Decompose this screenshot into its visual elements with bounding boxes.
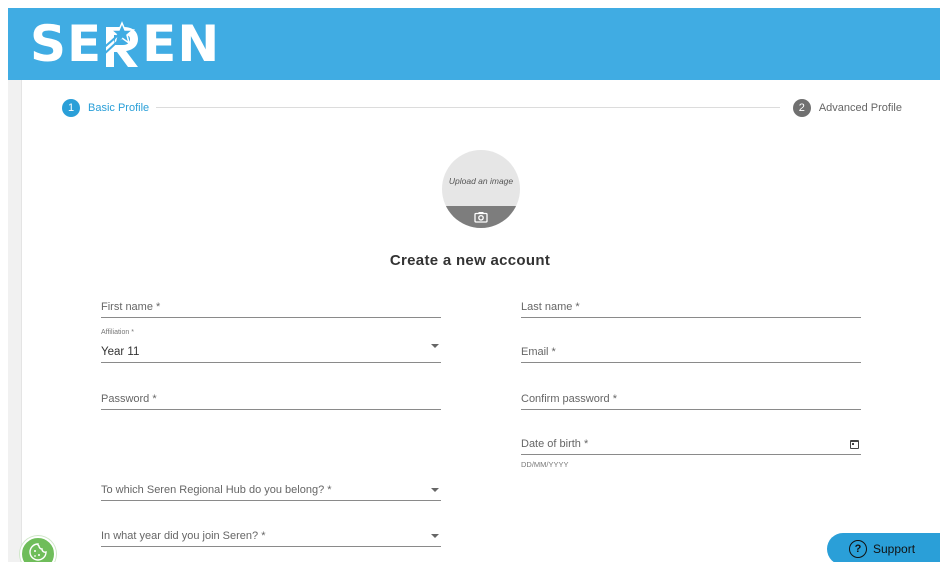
top-strip	[0, 0, 940, 8]
left-rail	[8, 80, 22, 562]
password-field[interactable]: Password *	[101, 388, 441, 410]
join-year-label: In what year did you join Seren? *	[101, 530, 266, 542]
camera-icon	[474, 210, 488, 228]
regional-hub-select[interactable]: To which Seren Regional Hub do you belon…	[101, 479, 441, 501]
calendar-icon[interactable]	[850, 440, 859, 449]
regional-hub-label: To which Seren Regional Hub do you belon…	[101, 484, 332, 496]
logo-text-right: EN	[142, 15, 221, 73]
cookie-icon	[28, 542, 48, 562]
date-format-helper: DD/MM/YYYY	[521, 460, 569, 469]
last-name-label: Last name *	[521, 301, 580, 313]
page-title: Create a new account	[389, 252, 551, 269]
cookie-settings-button[interactable]	[20, 536, 56, 562]
step-2-label: Advanced Profile	[818, 102, 902, 114]
email-field[interactable]: Email *	[521, 341, 861, 363]
affiliation-select[interactable]: Affiliation * Year 11	[101, 329, 441, 363]
step-1-label: Basic Profile	[88, 102, 150, 114]
date-of-birth-field[interactable]: Date of birth *	[521, 433, 861, 455]
shooting-star-icon	[100, 19, 144, 69]
seren-logo[interactable]: SE EN	[30, 14, 220, 74]
step-2-number: 2	[792, 99, 811, 117]
step-1-number: 1	[62, 99, 80, 117]
email-label: Email *	[521, 346, 556, 358]
help-icon: ?	[849, 540, 867, 558]
step-basic-profile[interactable]: 1 Basic Profile	[62, 98, 149, 118]
first-name-field[interactable]: First name *	[101, 296, 441, 318]
password-label: Password *	[101, 393, 157, 405]
join-year-select[interactable]: In what year did you join Seren? *	[101, 525, 441, 547]
first-name-label: First name *	[101, 301, 161, 313]
logo-text-left: SE	[30, 15, 103, 73]
header-bar: SE EN	[8, 8, 940, 80]
confirm-password-field[interactable]: Confirm password *	[521, 388, 861, 410]
stepper: 1 Basic Profile 2 Advanced Profile	[62, 98, 902, 118]
chevron-down-icon	[431, 344, 439, 348]
confirm-password-label: Confirm password *	[521, 393, 617, 405]
step-advanced-profile[interactable]: 2 Advanced Profile	[792, 98, 902, 118]
affiliation-value: Year 11	[101, 346, 140, 358]
chevron-down-icon	[431, 488, 439, 492]
date-of-birth-label: Date of birth *	[521, 438, 589, 450]
stepper-connector	[156, 107, 780, 108]
avatar-camera-band	[442, 206, 520, 228]
support-label: Support	[873, 542, 916, 556]
avatar-upload-text: Upload an image	[448, 176, 514, 186]
avatar-upload-button[interactable]: Upload an image	[442, 150, 520, 228]
chevron-down-icon	[431, 534, 439, 538]
last-name-field[interactable]: Last name *	[521, 296, 861, 318]
support-button[interactable]: ? Support	[827, 533, 940, 562]
affiliation-label: Affiliation *	[101, 329, 134, 336]
